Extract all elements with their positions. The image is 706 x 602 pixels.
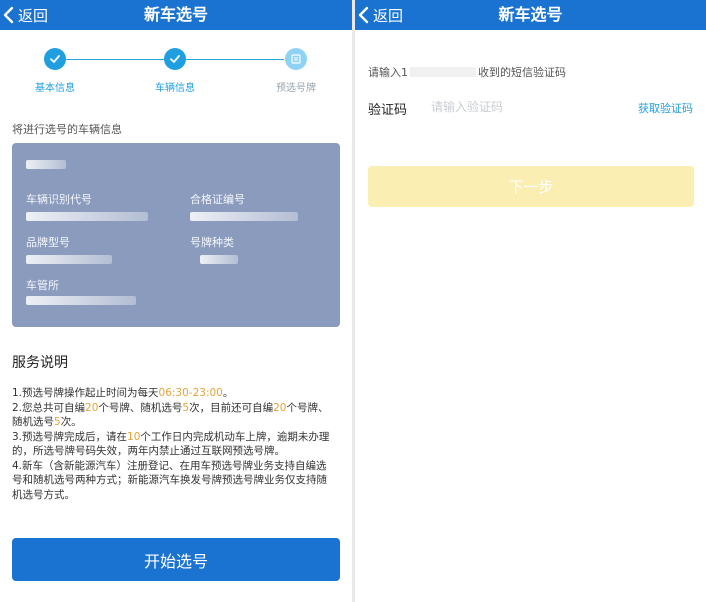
back-label: 返回	[373, 6, 404, 25]
cert-label: 合格证编号	[190, 193, 245, 206]
next-step-button[interactable]: 下一步	[368, 166, 694, 207]
service-item-4: 4.新车（含新能源汽车）注册登记、在用车预选号牌业务支持自编选号和随机选号两种方…	[12, 459, 327, 501]
section-label: 将进行选号的车辆信息	[12, 123, 122, 136]
service-item-2: 2.您总共可自编20个号牌、随机选号5次，目前还可自编20个号牌、随机选号5次。	[12, 401, 329, 429]
step-basic-info: 基本信息	[15, 48, 95, 94]
page-title: 新车选号	[143, 5, 208, 24]
step-label: 预选号牌	[276, 83, 316, 94]
redacted-value	[190, 212, 298, 221]
start-selection-button[interactable]: 开始选号	[12, 538, 340, 581]
list-icon	[285, 48, 307, 70]
back-button[interactable]: 返回	[355, 0, 403, 30]
step-label: 车辆信息	[155, 83, 195, 94]
redacted-value	[26, 212, 148, 221]
code-label: 验证码	[368, 103, 408, 118]
service-description: 1.预选号牌操作起止时间为每天06:30-23:00。 2.您总共可自编20个号…	[12, 386, 334, 502]
hint-prefix: 请输入1	[368, 66, 408, 79]
step-preselect-plate: 预选号牌	[256, 48, 336, 94]
service-item-3: 3.预选号牌完成后，请在10个工作日内完成机动车上牌，逾期未办理的，所选号牌号码…	[12, 430, 330, 458]
vehicle-info-card: 车辆识别代号 合格证编号 品牌型号 号牌种类 车管所	[12, 143, 340, 327]
get-code-link[interactable]: 获取验证码	[638, 100, 693, 116]
right-screen: 返回 新车选号 请输入1 收到的短信验证码 验证码 获取验证码 下一步	[355, 0, 706, 602]
sms-hint: 请输入1 收到的短信验证码	[368, 64, 566, 80]
redacted-value	[200, 255, 238, 264]
plate-type-label: 号牌种类	[190, 236, 234, 249]
service-title: 服务说明	[12, 355, 68, 371]
masked-phone	[410, 67, 476, 77]
office-label: 车管所	[26, 279, 59, 292]
step-indicator: 基本信息 车辆信息 预选号牌	[0, 44, 352, 94]
page-title: 新车选号	[498, 5, 563, 24]
hint-suffix: 收到的短信验证码	[478, 66, 566, 79]
redacted-value	[26, 160, 66, 169]
redacted-value	[26, 255, 112, 264]
verification-code-input[interactable]	[431, 97, 591, 117]
service-item-1: 1.预选号牌操作起止时间为每天06:30-23:00。	[12, 387, 234, 399]
top-bar: 返回 新车选号	[0, 0, 352, 30]
chevron-left-icon	[358, 6, 369, 24]
vin-label: 车辆识别代号	[26, 193, 92, 206]
redacted-value	[26, 296, 136, 305]
back-button[interactable]: 返回	[0, 0, 48, 30]
top-bar: 返回 新车选号	[355, 0, 706, 30]
check-icon	[44, 48, 66, 70]
back-label: 返回	[18, 6, 49, 25]
step-label: 基本信息	[35, 83, 75, 94]
step-vehicle-info: 车辆信息	[135, 48, 215, 94]
left-screen: 返回 新车选号 基本信息 车辆信息 预选号牌 将进行选号的车辆信息 车辆识别代号…	[0, 0, 352, 602]
chevron-left-icon	[3, 6, 14, 24]
check-icon	[164, 48, 186, 70]
model-label: 品牌型号	[26, 236, 70, 249]
